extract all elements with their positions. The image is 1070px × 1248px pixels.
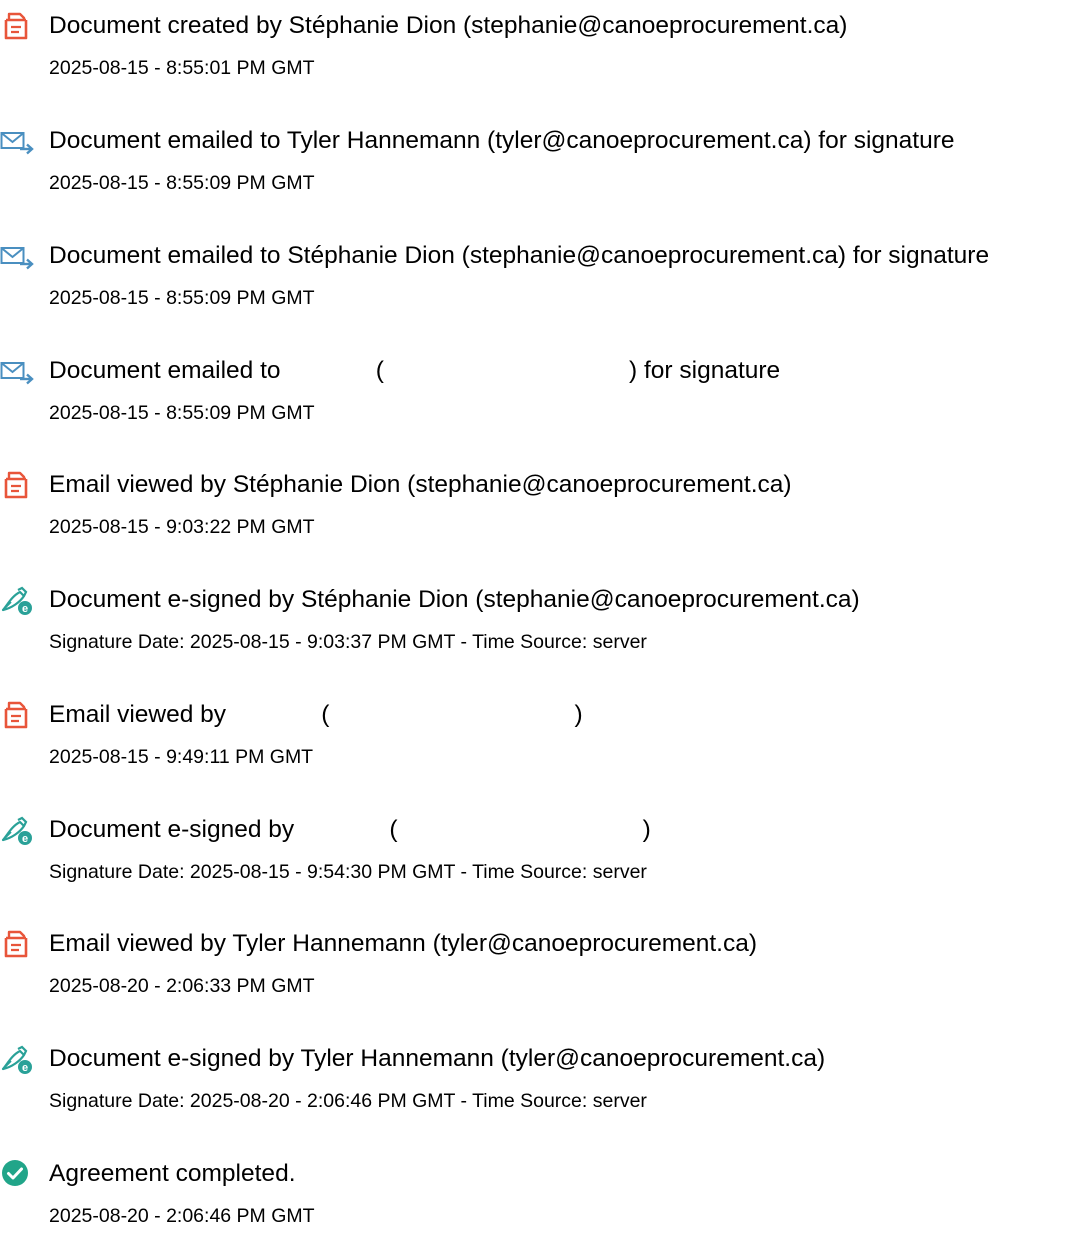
- document-icon: [0, 10, 36, 42]
- event-timestamp: 2025-08-20 - 2:06:46 PM GMT: [49, 1205, 315, 1227]
- audit-event: Document emailed to Tyler Hannemann (tyl…: [0, 115, 1070, 215]
- event-title: Document e-signed by Tyler Hannemann (ty…: [49, 1045, 826, 1072]
- document-icon: [0, 699, 36, 731]
- svg-text:e: e: [22, 833, 28, 845]
- signature-date: Signature Date: 2025-08-20 - 2:06:46 PM …: [49, 1090, 647, 1112]
- event-timestamp: 2025-08-15 - 9:03:22 PM GMT: [49, 516, 315, 538]
- event-title: Document created by Stéphanie Dion (step…: [49, 12, 848, 39]
- audit-event: Document emailed to Stéphanie Dion (step…: [0, 230, 1070, 330]
- signature-date: Signature Date: 2025-08-15 - 9:03:37 PM …: [49, 631, 647, 653]
- event-title: Email viewed by Stéphanie Dion (stephani…: [49, 471, 792, 498]
- event-title: Document emailed to Stéphanie Dion (step…: [49, 242, 990, 269]
- audit-event: Document created by Stéphanie Dion (step…: [0, 0, 1070, 100]
- check-circle-icon: [0, 1158, 36, 1190]
- audit-event: Email viewed by Tyler Hannemann (tyler@c…: [0, 918, 1070, 1018]
- document-icon: [0, 469, 36, 501]
- esign-icon: e: [0, 584, 36, 616]
- signature-date: Signature Date: 2025-08-15 - 9:54:30 PM …: [49, 861, 647, 883]
- event-timestamp: 2025-08-15 - 8:55:09 PM GMT: [49, 287, 315, 309]
- esign-icon: e: [0, 814, 36, 846]
- audit-event: Document emailed to ( ) for signature 20…: [0, 345, 1070, 445]
- event-title: Document emailed to Tyler Hannemann (tyl…: [49, 127, 955, 154]
- audit-event: Email viewed by ( ) 2025-08-15 - 9:49:11…: [0, 689, 1070, 789]
- email-sent-icon: [0, 125, 36, 157]
- email-sent-icon: [0, 355, 36, 387]
- event-timestamp: 2025-08-15 - 8:55:09 PM GMT: [49, 402, 315, 424]
- audit-event: Agreement completed. 2025-08-20 - 2:06:4…: [0, 1148, 1070, 1248]
- event-title: Document emailed to ( ) for signature: [49, 357, 781, 384]
- event-title: Document e-signed by ( ): [49, 816, 651, 843]
- audit-event: e Document e-signed by ( ) Signature Dat…: [0, 804, 1070, 904]
- svg-text:e: e: [22, 603, 28, 615]
- event-timestamp: 2025-08-15 - 8:55:01 PM GMT: [49, 57, 315, 79]
- event-title: Email viewed by ( ): [49, 701, 583, 728]
- event-title: Document e-signed by Stéphanie Dion (ste…: [49, 586, 860, 613]
- audit-event: Email viewed by Stéphanie Dion (stephani…: [0, 459, 1070, 559]
- email-sent-icon: [0, 240, 36, 272]
- event-timestamp: 2025-08-15 - 8:55:09 PM GMT: [49, 172, 315, 194]
- svg-text:e: e: [22, 1062, 28, 1074]
- document-icon: [0, 928, 36, 960]
- esign-icon: e: [0, 1043, 36, 1075]
- audit-event: e Document e-signed by Stéphanie Dion (s…: [0, 574, 1070, 674]
- event-timestamp: 2025-08-15 - 9:49:11 PM GMT: [49, 746, 314, 768]
- audit-event: e Document e-signed by Tyler Hannemann (…: [0, 1033, 1070, 1133]
- event-timestamp: 2025-08-20 - 2:06:33 PM GMT: [49, 975, 315, 997]
- event-title: Agreement completed.: [49, 1160, 296, 1187]
- event-title: Email viewed by Tyler Hannemann (tyler@c…: [49, 930, 758, 957]
